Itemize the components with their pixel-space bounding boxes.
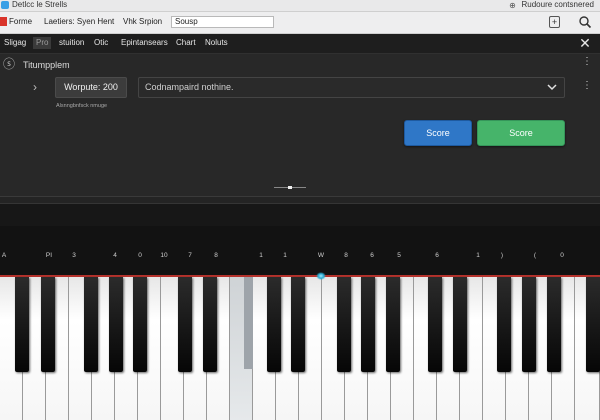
black-key[interactable]: [133, 277, 147, 372]
close-icon[interactable]: ✕: [578, 36, 592, 50]
row-options-icon[interactable]: ⋮: [582, 81, 592, 91]
black-key[interactable]: [84, 277, 98, 372]
black-key[interactable]: [15, 277, 29, 372]
panel-title: Titumpplem: [23, 60, 70, 70]
piano-keyboard[interactable]: [0, 277, 600, 420]
keyboard-header: [0, 204, 600, 226]
black-key[interactable]: [109, 277, 123, 372]
black-key[interactable]: [547, 277, 561, 372]
tab-chart[interactable]: Chart: [176, 38, 196, 48]
red-flag-icon: [0, 17, 7, 26]
black-key[interactable]: [453, 277, 467, 372]
black-key[interactable]: [178, 277, 192, 372]
note-label: 8: [344, 252, 348, 259]
logo-icon: ⓢ: [3, 57, 16, 71]
more-options-icon[interactable]: ⋮: [582, 57, 592, 67]
black-key[interactable]: [386, 277, 400, 372]
black-key[interactable]: [267, 277, 281, 372]
tab-noluts[interactable]: Noluts: [205, 38, 228, 48]
new-tab-button[interactable]: +: [549, 16, 560, 28]
scroll-strip: [0, 197, 600, 204]
app-icon: [1, 1, 9, 9]
toolbar: [0, 34, 600, 54]
note-label-row: [0, 226, 600, 276]
title-right-text: Rudoure contsnered: [521, 0, 595, 9]
note-glow-indicator: [316, 272, 326, 280]
black-key[interactable]: [291, 277, 305, 372]
menu-item-forme[interactable]: Forme: [9, 17, 32, 27]
note-label: (: [533, 252, 537, 259]
tab-pro[interactable]: Pro: [33, 37, 52, 49]
mode-select-value: Codnampaird nothine.: [145, 82, 234, 92]
note-label: 4: [113, 252, 117, 259]
note-label: 5: [397, 252, 401, 259]
note-label: 1: [476, 252, 480, 259]
tab-epintansears[interactable]: Epintansears: [121, 38, 168, 48]
note-label: 1: [259, 252, 263, 259]
chevron-right-icon[interactable]: ›: [33, 81, 37, 93]
note-label: 8: [214, 252, 218, 259]
note-label: A: [1, 252, 7, 259]
black-key[interactable]: [361, 277, 375, 372]
black-key[interactable]: [497, 277, 511, 372]
black-key[interactable]: [203, 277, 217, 372]
black-key[interactable]: [428, 277, 442, 372]
note-label: 1: [283, 252, 287, 259]
note-label: PI: [45, 252, 53, 259]
note-label: 0: [560, 252, 564, 259]
score-button-blue[interactable]: Score: [404, 120, 472, 146]
wpm-field[interactable]: Worpute: 200: [55, 77, 127, 98]
black-key[interactable]: [337, 277, 351, 372]
note-label: 10: [160, 252, 168, 259]
tab-stuition[interactable]: stuition: [59, 38, 84, 48]
window-title: Detlcc le Strells: [12, 0, 68, 9]
note-label: 3: [72, 252, 76, 259]
menu-item-laetiers[interactable]: Laetiers: Syen Hent: [44, 17, 114, 27]
note-label: 0: [138, 252, 142, 259]
menu-item-srpion[interactable]: Srpion: [139, 17, 162, 27]
search-input[interactable]: Sousp: [171, 16, 274, 28]
chevron-down-icon[interactable]: [546, 81, 558, 93]
hint-text: Alsnngbnfsck nmuge: [56, 103, 108, 109]
note-label: W: [317, 252, 325, 259]
slider-handle[interactable]: [288, 186, 292, 189]
active-key-highlight: [244, 277, 253, 369]
note-label: 6: [370, 252, 374, 259]
note-label: 7: [188, 252, 192, 259]
note-label: 6: [435, 252, 439, 259]
black-key[interactable]: [522, 277, 536, 372]
menu-item-vhk[interactable]: Vhk: [123, 17, 137, 27]
search-icon[interactable]: [578, 15, 592, 29]
globe-icon[interactable]: ⊕: [508, 1, 517, 10]
tab-otic[interactable]: Otic: [94, 38, 108, 48]
black-key[interactable]: [41, 277, 55, 372]
tab-sligag[interactable]: Sligag: [4, 38, 26, 48]
black-key[interactable]: [586, 277, 600, 372]
score-button-green[interactable]: Score: [477, 120, 565, 146]
note-label: ): [500, 252, 504, 259]
